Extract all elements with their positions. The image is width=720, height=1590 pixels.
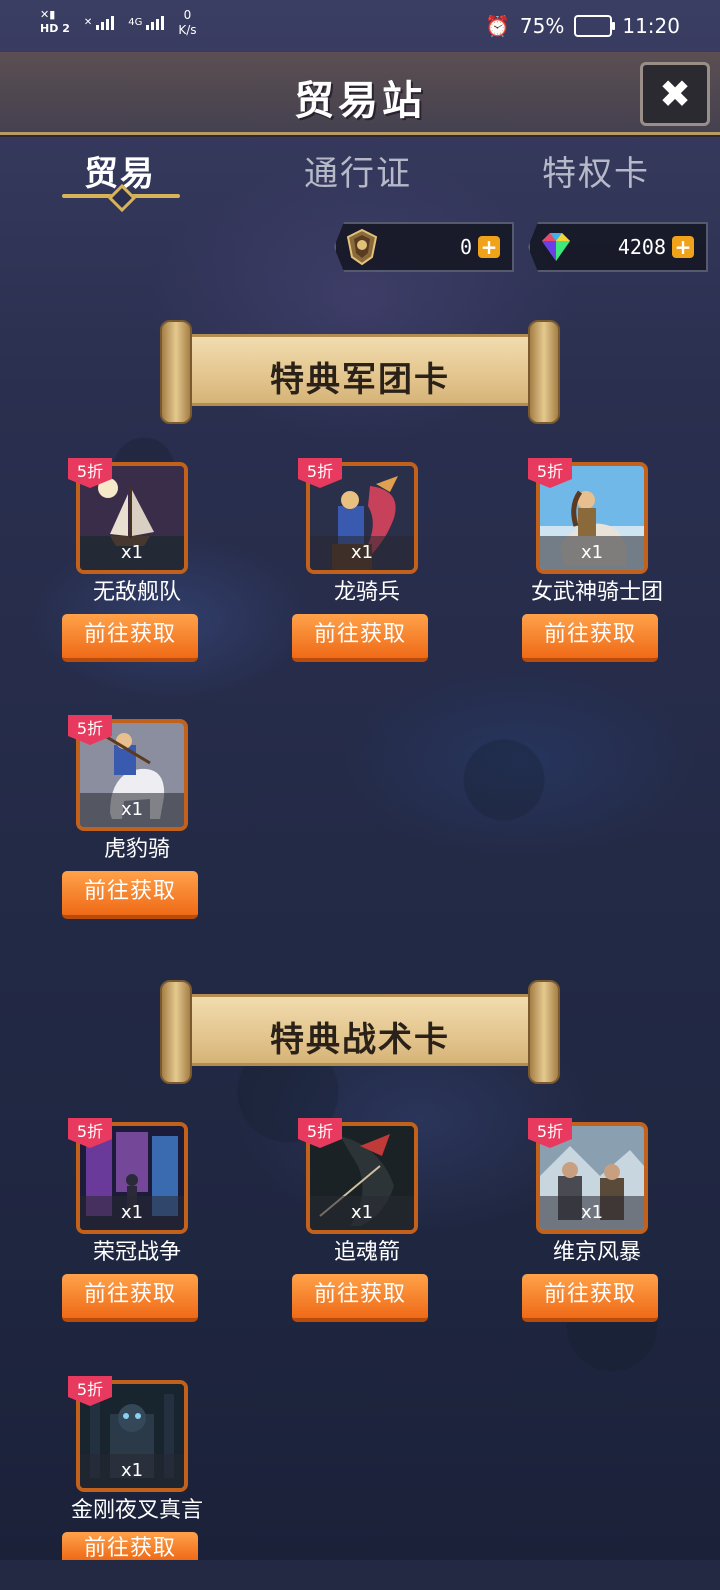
crest-icon	[346, 228, 378, 266]
page-title: 贸易站	[294, 78, 426, 124]
close-button[interactable]: ✖	[640, 62, 710, 126]
alarm-icon: ⏰	[485, 14, 510, 38]
card-item[interactable]: 5折 x1 虎豹骑 前往获取	[62, 715, 212, 929]
section-title: 特典战术卡	[270, 1020, 450, 1060]
card-name: 金刚夜叉真言	[70, 1498, 203, 1523]
card-item[interactable]: 5折 x1 金刚夜叉真言 前往获取	[62, 1376, 212, 1590]
add-gem-button[interactable]: +	[672, 236, 694, 258]
card-item[interactable]: 5折 x1 维京风暴 前往获取	[522, 1118, 672, 1332]
go-get-button[interactable]: 前往获取	[522, 1274, 658, 1322]
card-item[interactable]: 5折 x1 荣冠战争 前往获取	[62, 1118, 212, 1332]
sim-status: ✕▮ HD 2	[40, 8, 70, 35]
card-item[interactable]: 5折 x1 追魂箭 前往获取	[292, 1118, 442, 1332]
signal-2-icon: 4G	[128, 12, 165, 30]
card-item[interactable]: 5折 x1 无敌舰队 前往获取	[62, 458, 212, 672]
gem-icon	[542, 233, 570, 261]
card-quantity: x1	[80, 1196, 184, 1230]
tab-active-indicator	[62, 194, 180, 198]
section-title: 特典军团卡	[270, 360, 450, 400]
clock: 11:20	[622, 14, 680, 38]
card-name: 维京风暴	[552, 1240, 641, 1265]
signal-1-icon: ✕	[84, 12, 115, 30]
battery-icon	[574, 15, 616, 37]
status-bar: ✕▮ HD 2 ✕ 4G 0 K/s ⏰ 75% 11:20	[0, 0, 720, 52]
currency-crest: 0 +	[334, 222, 514, 272]
card-name: 龙骑兵	[333, 580, 400, 605]
go-get-button[interactable]: 前往获取	[292, 1274, 428, 1322]
card-name: 追魂箭	[333, 1240, 400, 1265]
card-name: 无敌舰队	[92, 580, 181, 605]
gem-amount: 4208	[617, 235, 666, 259]
go-get-button[interactable]: 前往获取	[522, 614, 658, 662]
card-quantity: x1	[540, 536, 644, 570]
go-get-button[interactable]: 前往获取	[62, 614, 198, 662]
battery-percent: 75%	[519, 14, 565, 38]
card-item[interactable]: 5折 x1 女武神骑士团 前往获取	[522, 458, 672, 672]
close-icon: ✖	[659, 72, 691, 116]
crest-amount: 0	[459, 235, 472, 259]
go-get-button[interactable]: 前往获取	[62, 1274, 198, 1322]
go-get-button[interactable]: 前往获取	[292, 614, 428, 662]
card-name: 女武神骑士团	[530, 580, 663, 605]
tab-bar: 贸易 通行证 特权卡	[0, 140, 720, 210]
card-quantity: x1	[80, 536, 184, 570]
card-quantity: x1	[310, 536, 414, 570]
network-speed: 0 K/s	[178, 8, 197, 37]
title-bar: 贸易站 ✖	[0, 52, 720, 135]
card-quantity: x1	[540, 1196, 644, 1230]
card-quantity: x1	[80, 793, 184, 827]
section-banner-tactics: 特典战术卡	[160, 980, 560, 1084]
card-name: 荣冠战争	[92, 1240, 181, 1265]
section-banner-legion: 特典军团卡	[160, 320, 560, 424]
card-item[interactable]: 5折 x1 龙骑兵 前往获取	[292, 458, 442, 672]
currency-gem: 4208 +	[528, 222, 708, 272]
go-get-button[interactable]: 前往获取	[62, 1532, 198, 1560]
card-quantity: x1	[80, 1454, 184, 1488]
go-get-button[interactable]: 前往获取	[62, 871, 198, 919]
no-signal-icon: ✕▮	[40, 8, 56, 21]
card-name: 虎豹骑	[103, 837, 170, 862]
card-quantity: x1	[310, 1196, 414, 1230]
tab-privilege-card[interactable]: 特权卡	[542, 146, 650, 195]
tab-pass[interactable]: 通行证	[304, 146, 412, 195]
add-crest-button[interactable]: +	[478, 236, 500, 258]
